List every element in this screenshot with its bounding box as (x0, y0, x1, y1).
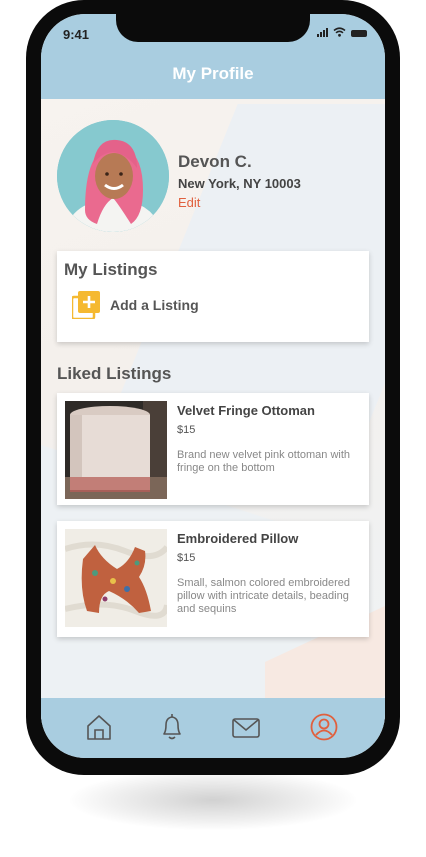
phone-notch (116, 14, 310, 42)
tab-messages[interactable] (231, 712, 261, 742)
mail-icon (232, 718, 260, 738)
tab-notifications[interactable] (157, 712, 187, 742)
bell-icon (163, 714, 181, 740)
profile-name: Devon C. (178, 152, 252, 171)
list-item[interactable]: Velvet Fringe Ottoman $15 Brand new velv… (57, 393, 369, 505)
phone-frame: 9:41 My Profile Devon C. New York, NY 10… (26, 0, 400, 775)
listing-thumbnail (65, 529, 167, 627)
listing-thumbnail (65, 401, 167, 499)
profile-location: New York, NY 10003 (178, 176, 301, 191)
listing-price: $15 (177, 424, 196, 436)
listing-price: $15 (177, 552, 196, 564)
listing-description: Small, salmon colored embroidered pillow… (177, 577, 351, 615)
liked-listings-title: Liked Listings (57, 364, 172, 383)
signal-icon (317, 28, 328, 37)
avatar (57, 120, 169, 232)
app-screen: 9:41 My Profile Devon C. New York, NY 10… (41, 14, 385, 758)
profile-icon (310, 713, 338, 741)
add-listing-label: Add a Listing (110, 297, 199, 313)
wifi-icon (333, 27, 346, 37)
page-title: My Profile (172, 64, 254, 83)
status-icons (317, 27, 367, 37)
add-listing-icon (72, 291, 100, 319)
bottom-tab-bar (41, 698, 385, 758)
profile-photo (57, 120, 169, 232)
listing-name: Velvet Fringe Ottoman (177, 403, 315, 418)
battery-icon (351, 30, 367, 37)
phone-shadow (70, 770, 356, 830)
my-listings-title: My Listings (64, 260, 158, 279)
tab-profile[interactable] (309, 712, 339, 742)
listing-description: Brand new velvet pink ottoman with fring… (177, 449, 351, 474)
list-item[interactable]: Embroidered Pillow $15 Small, salmon col… (57, 521, 369, 637)
add-listing-button[interactable]: Add a Listing (72, 291, 199, 319)
status-time: 9:41 (63, 27, 90, 42)
listing-name: Embroidered Pillow (177, 531, 299, 546)
my-listings-card: My Listings Add a Listing (57, 251, 369, 342)
app-header: 9:41 My Profile (41, 14, 385, 99)
home-icon (87, 715, 111, 740)
edit-profile-link[interactable]: Edit (178, 195, 200, 210)
tab-home[interactable] (84, 712, 114, 742)
